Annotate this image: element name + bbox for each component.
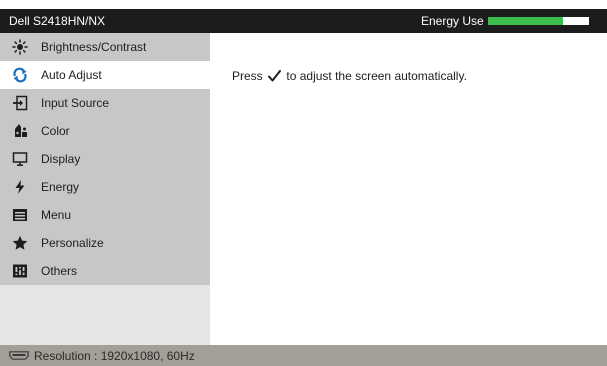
menu-item-label: Brightness/Contrast [41, 40, 147, 54]
menu-item-label: Display [41, 152, 81, 166]
display-icon [12, 151, 28, 167]
color-icon [12, 123, 28, 139]
energy-icon [12, 179, 28, 195]
menu-item-label: Others [41, 264, 78, 278]
energy-use-fill [488, 17, 563, 25]
energy-use-label: Energy Use [421, 14, 484, 28]
personalize-icon [12, 235, 28, 251]
menu-item-label: Personalize [41, 236, 104, 250]
others-icon [12, 263, 28, 279]
menu-item-input-source[interactable]: Input Source [0, 89, 210, 117]
menu-item-menu[interactable]: Menu [0, 201, 210, 229]
instruction-text-after: to adjust the screen automatically. [286, 69, 467, 83]
auto-adjust-icon [12, 67, 28, 83]
menu-item-energy[interactable]: Energy [0, 173, 210, 201]
brightness-icon [12, 39, 28, 55]
menu-item-label: Energy [41, 180, 80, 194]
osd-content-panel: Press to adjust the screen automatically… [210, 33, 607, 345]
menu-item-label: Auto Adjust [41, 68, 102, 82]
input-source-icon [12, 95, 28, 111]
osd-footer: Resolution : 1920x1080, 60Hz [0, 345, 607, 366]
resolution-status: Resolution : 1920x1080, 60Hz [34, 349, 195, 363]
auto-adjust-instruction: Press to adjust the screen automatically… [232, 69, 467, 83]
menu-item-label: Input Source [41, 96, 110, 110]
checkmark-icon [268, 70, 282, 82]
monitor-osd: Dell S2418HN/NX Energy Use Brightness/Co… [0, 0, 607, 366]
menu-item-display[interactable]: Display [0, 145, 210, 173]
instruction-text-before: Press [232, 69, 263, 83]
menu-icon [12, 207, 28, 223]
menu-item-auto-adjust[interactable]: Auto Adjust [0, 61, 210, 89]
monitor-model: Dell S2418HN/NX [9, 14, 106, 28]
osd-header: Dell S2418HN/NX Energy Use [0, 9, 607, 33]
menu-item-label: Color [41, 124, 70, 138]
menu-item-others[interactable]: Others [0, 257, 210, 285]
menu-item-label: Menu [41, 208, 72, 222]
osd-sidebar-menu: Brightness/Contrast Auto Adjust Input So… [0, 33, 210, 345]
menu-item-personalize[interactable]: Personalize [0, 229, 210, 257]
hdmi-connector-icon [9, 351, 29, 360]
energy-use-meter [488, 17, 589, 25]
menu-item-brightness-contrast[interactable]: Brightness/Contrast [0, 33, 210, 61]
menu-item-color[interactable]: Color [0, 117, 210, 145]
